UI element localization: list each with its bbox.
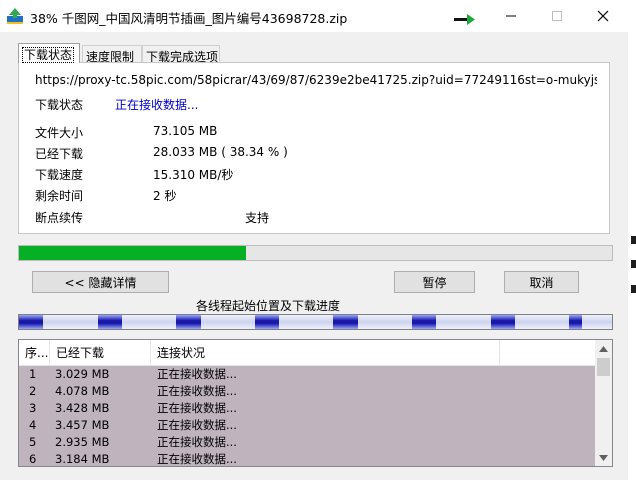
thread-segment: [490, 315, 515, 329]
remaining-label: 剩余时间: [35, 189, 84, 203]
speed-label: 下载速度: [35, 168, 84, 182]
close-icon: [597, 10, 609, 22]
file-size-value: 73.105 MB: [153, 124, 218, 138]
table-row[interactable]: 3 3.428 MB 正在接收数据...: [19, 400, 595, 417]
pause-button[interactable]: 暂停: [394, 271, 475, 293]
thread-segment: [19, 315, 44, 329]
file-size-row: 文件大小 73.105 MB: [35, 124, 217, 141]
column-header-downloaded[interactable]: 已经下载: [50, 340, 151, 366]
row-index: 1: [29, 367, 37, 381]
resume-row: 断点续传 支持: [35, 209, 269, 226]
row-status: 正在接收数据...: [157, 367, 237, 381]
thread-segment: [333, 315, 358, 329]
minimize-icon: [506, 15, 516, 17]
status-row: 下载状态 正在接收数据...: [35, 96, 198, 113]
table-row[interactable]: 4 3.457 MB 正在接收数据...: [19, 417, 595, 434]
row-index: 5: [29, 435, 37, 449]
row-downloaded: 3.184 MB: [55, 452, 110, 466]
title-bar: 38% 千图网_中国风清明节插画_图片编号43698728.zip: [0, 0, 636, 32]
tab-download-status[interactable]: 下载状态: [18, 43, 80, 63]
maximize-button[interactable]: [534, 0, 580, 32]
resume-value: 支持: [245, 211, 270, 225]
file-size-label: 文件大小: [35, 126, 84, 140]
edge-mark: [631, 285, 636, 293]
row-index: 6: [29, 452, 37, 466]
speed-value: 15.310 MB/秒: [153, 168, 234, 182]
row-downloaded: 3.029 MB: [55, 367, 110, 381]
row-index: 3: [29, 401, 37, 415]
list-scrollbar[interactable]: [595, 340, 612, 466]
scroll-up-button[interactable]: [595, 340, 612, 357]
remaining-value: 2 秒: [153, 189, 177, 203]
close-button[interactable]: [580, 0, 626, 32]
row-index: 2: [29, 384, 37, 398]
status-value: 正在接收数据...: [115, 98, 199, 112]
table-row[interactable]: 2 4.078 MB 正在接收数据...: [19, 383, 595, 400]
row-status: 正在接收数据...: [157, 435, 237, 449]
maximize-icon: [552, 11, 562, 21]
minimize-button[interactable]: [488, 0, 534, 32]
downloaded-value: 28.033 MB ( 38.34 % ): [153, 145, 288, 159]
column-header-status[interactable]: 连接状况: [151, 340, 500, 366]
speed-row: 下载速度 15.310 MB/秒: [35, 166, 233, 183]
thread-segment: [569, 315, 583, 329]
speed-arrow-icon: [454, 14, 475, 25]
row-downloaded: 3.457 MB: [55, 418, 110, 432]
row-status: 正在接收数据...: [157, 384, 237, 398]
remaining-row: 剩余时间 2 秒: [35, 187, 176, 204]
list-header: 序... 已经下载 连接状况: [19, 340, 595, 366]
row-status: 正在接收数据...: [157, 418, 237, 432]
downloaded-row: 已经下载 28.033 MB ( 38.34 % ): [35, 145, 288, 162]
thread-segment: [97, 315, 122, 329]
cancel-button[interactable]: 取消: [504, 271, 579, 293]
table-row[interactable]: 6 3.184 MB 正在接收数据...: [19, 451, 595, 466]
row-downloaded: 2.935 MB: [55, 435, 110, 449]
scroll-up-icon: [599, 345, 608, 352]
thread-segment: [412, 315, 437, 329]
scroll-down-icon: [599, 454, 608, 461]
thread-progress-bar: [18, 314, 613, 330]
status-panel: https://proxy-tc.58pic.com/58picrar/43/6…: [18, 62, 610, 234]
download-progress-bar: [18, 245, 613, 261]
status-label: 下载状态: [35, 98, 84, 112]
download-url: https://proxy-tc.58pic.com/58picrar/43/6…: [35, 73, 597, 87]
scroll-thumb[interactable]: [597, 358, 610, 376]
row-downloaded: 3.428 MB: [55, 401, 110, 415]
scroll-down-button[interactable]: [595, 449, 612, 466]
row-status: 正在接收数据...: [157, 452, 237, 466]
downloaded-label: 已经下载: [35, 147, 84, 161]
edge-mark: [631, 236, 636, 244]
row-downloaded: 4.078 MB: [55, 384, 110, 398]
thread-segment: [254, 315, 280, 329]
list-rows: 1 3.029 MB 正在接收数据... 2 4.078 MB 正在接收数据... 3 3.4…: [19, 366, 595, 466]
thread-segment: [176, 315, 201, 329]
window-title: 38% 千图网_中国风清明节插画_图片编号43698728.zip: [30, 11, 348, 26]
table-row[interactable]: 1 3.029 MB 正在接收数据...: [19, 366, 595, 383]
progress-fill: [19, 246, 247, 260]
idm-app-icon: [7, 8, 23, 24]
tab-label: 下载状态: [22, 47, 75, 63]
connection-list[interactable]: 序... 已经下载 连接状况 1 3.029 MB 正在接收数据... 2 4.078 …: [18, 339, 613, 467]
resume-label: 断点续传: [35, 211, 84, 225]
hide-details-button[interactable]: << 隐藏详情: [32, 271, 169, 293]
right-edge: [628, 0, 636, 480]
edge-mark: [631, 260, 636, 268]
row-status: 正在接收数据...: [157, 401, 237, 415]
column-header-index[interactable]: 序...: [19, 340, 50, 366]
threads-caption: 各线程起始位置及下载进度: [196, 299, 341, 313]
table-row[interactable]: 5 2.935 MB 正在接收数据...: [19, 434, 595, 451]
row-index: 4: [29, 418, 37, 432]
